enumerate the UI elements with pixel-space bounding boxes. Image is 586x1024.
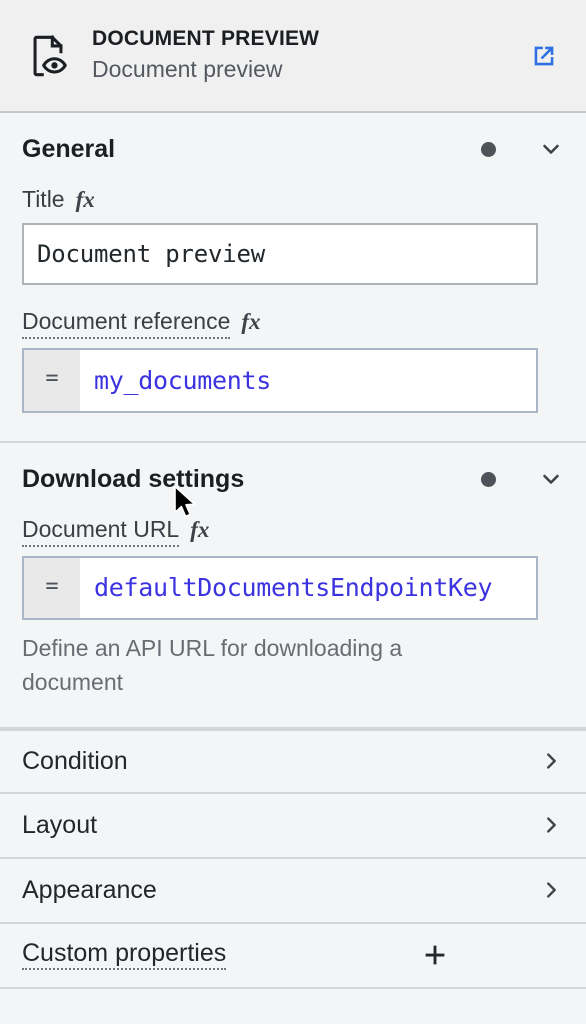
title-input[interactable]: Document preview — [22, 222, 538, 285]
section-body-download-settings: Document URL fx = defaultDocumentsEndpoi… — [22, 515, 564, 727]
section-header-download-settings[interactable]: Download settings — [22, 443, 564, 515]
chevron-down-icon[interactable] — [538, 136, 564, 162]
section-header-general[interactable]: General — [22, 113, 564, 185]
equals-prefix-document-reference: = — [24, 349, 80, 411]
fx-toggle-title[interactable]: fx — [76, 188, 95, 211]
document-reference-input[interactable]: = my_documents — [22, 347, 538, 413]
section-status-dot-general — [481, 141, 496, 157]
row-appearance[interactable]: Appearance — [0, 858, 586, 924]
document-preview-properties-panel: DOCUMENT PREVIEW Document preview Genera… — [0, 0, 586, 1024]
section-body-general: Title fx Document preview Document refer… — [22, 185, 564, 441]
component-name-label: Document preview — [92, 55, 283, 82]
row-condition[interactable]: Condition — [0, 728, 586, 794]
row-layout[interactable]: Layout — [0, 793, 586, 859]
equals-prefix-document-url: = — [24, 557, 80, 619]
field-label-row-document-url: Document URL fx — [22, 515, 564, 547]
row-label-appearance: Appearance — [22, 875, 157, 904]
row-custom-properties[interactable]: Custom properties — [0, 923, 586, 989]
panel-header: DOCUMENT PREVIEW Document preview — [0, 0, 586, 113]
field-label-row-document-reference: Document reference fx — [22, 307, 564, 339]
section-status-dot-download-settings — [481, 471, 496, 487]
fx-toggle-document-reference[interactable]: fx — [241, 310, 260, 333]
plus-icon[interactable] — [416, 936, 454, 974]
field-document-url: Document URL fx = defaultDocumentsEndpoi… — [22, 515, 564, 699]
chevron-right-icon[interactable] — [538, 877, 564, 903]
section-general: General Title fx Document preview Docume… — [0, 113, 586, 443]
document-url-helper-text: Define an API URL for downloading a docu… — [22, 635, 403, 695]
field-title: Title fx Document preview — [22, 185, 564, 285]
section-title-general: General — [22, 134, 116, 163]
chevron-right-icon[interactable] — [538, 812, 564, 838]
document-preview-icon — [22, 30, 74, 82]
row-label-layout: Layout — [22, 810, 98, 839]
chevron-right-icon[interactable] — [538, 748, 564, 774]
row-label-custom-properties: Custom properties — [22, 940, 227, 970]
field-label-row-title: Title fx — [22, 185, 564, 214]
section-download-settings: Download settings Document URL fx = defa… — [0, 443, 586, 729]
component-type-label: DOCUMENT PREVIEW — [92, 27, 320, 51]
panel-filler — [0, 989, 586, 1024]
row-label-condition: Condition — [22, 746, 128, 775]
document-url-input[interactable]: = defaultDocumentsEndpointKey — [22, 555, 538, 621]
field-document-reference: Document reference fx = my_documents — [22, 307, 564, 413]
field-label-document-reference: Document reference — [22, 307, 231, 339]
header-text-block: DOCUMENT PREVIEW Document preview — [92, 26, 524, 85]
section-title-download-settings: Download settings — [22, 464, 245, 493]
fx-toggle-document-url[interactable]: fx — [190, 518, 209, 541]
field-label-title: Title — [22, 186, 65, 212]
document-reference-value[interactable]: my_documents — [80, 350, 536, 412]
document-url-value[interactable]: defaultDocumentsEndpointKey — [80, 558, 536, 619]
field-label-document-url: Document URL — [22, 515, 180, 547]
chevron-down-icon[interactable] — [538, 466, 564, 492]
external-link-icon[interactable] — [524, 36, 564, 76]
